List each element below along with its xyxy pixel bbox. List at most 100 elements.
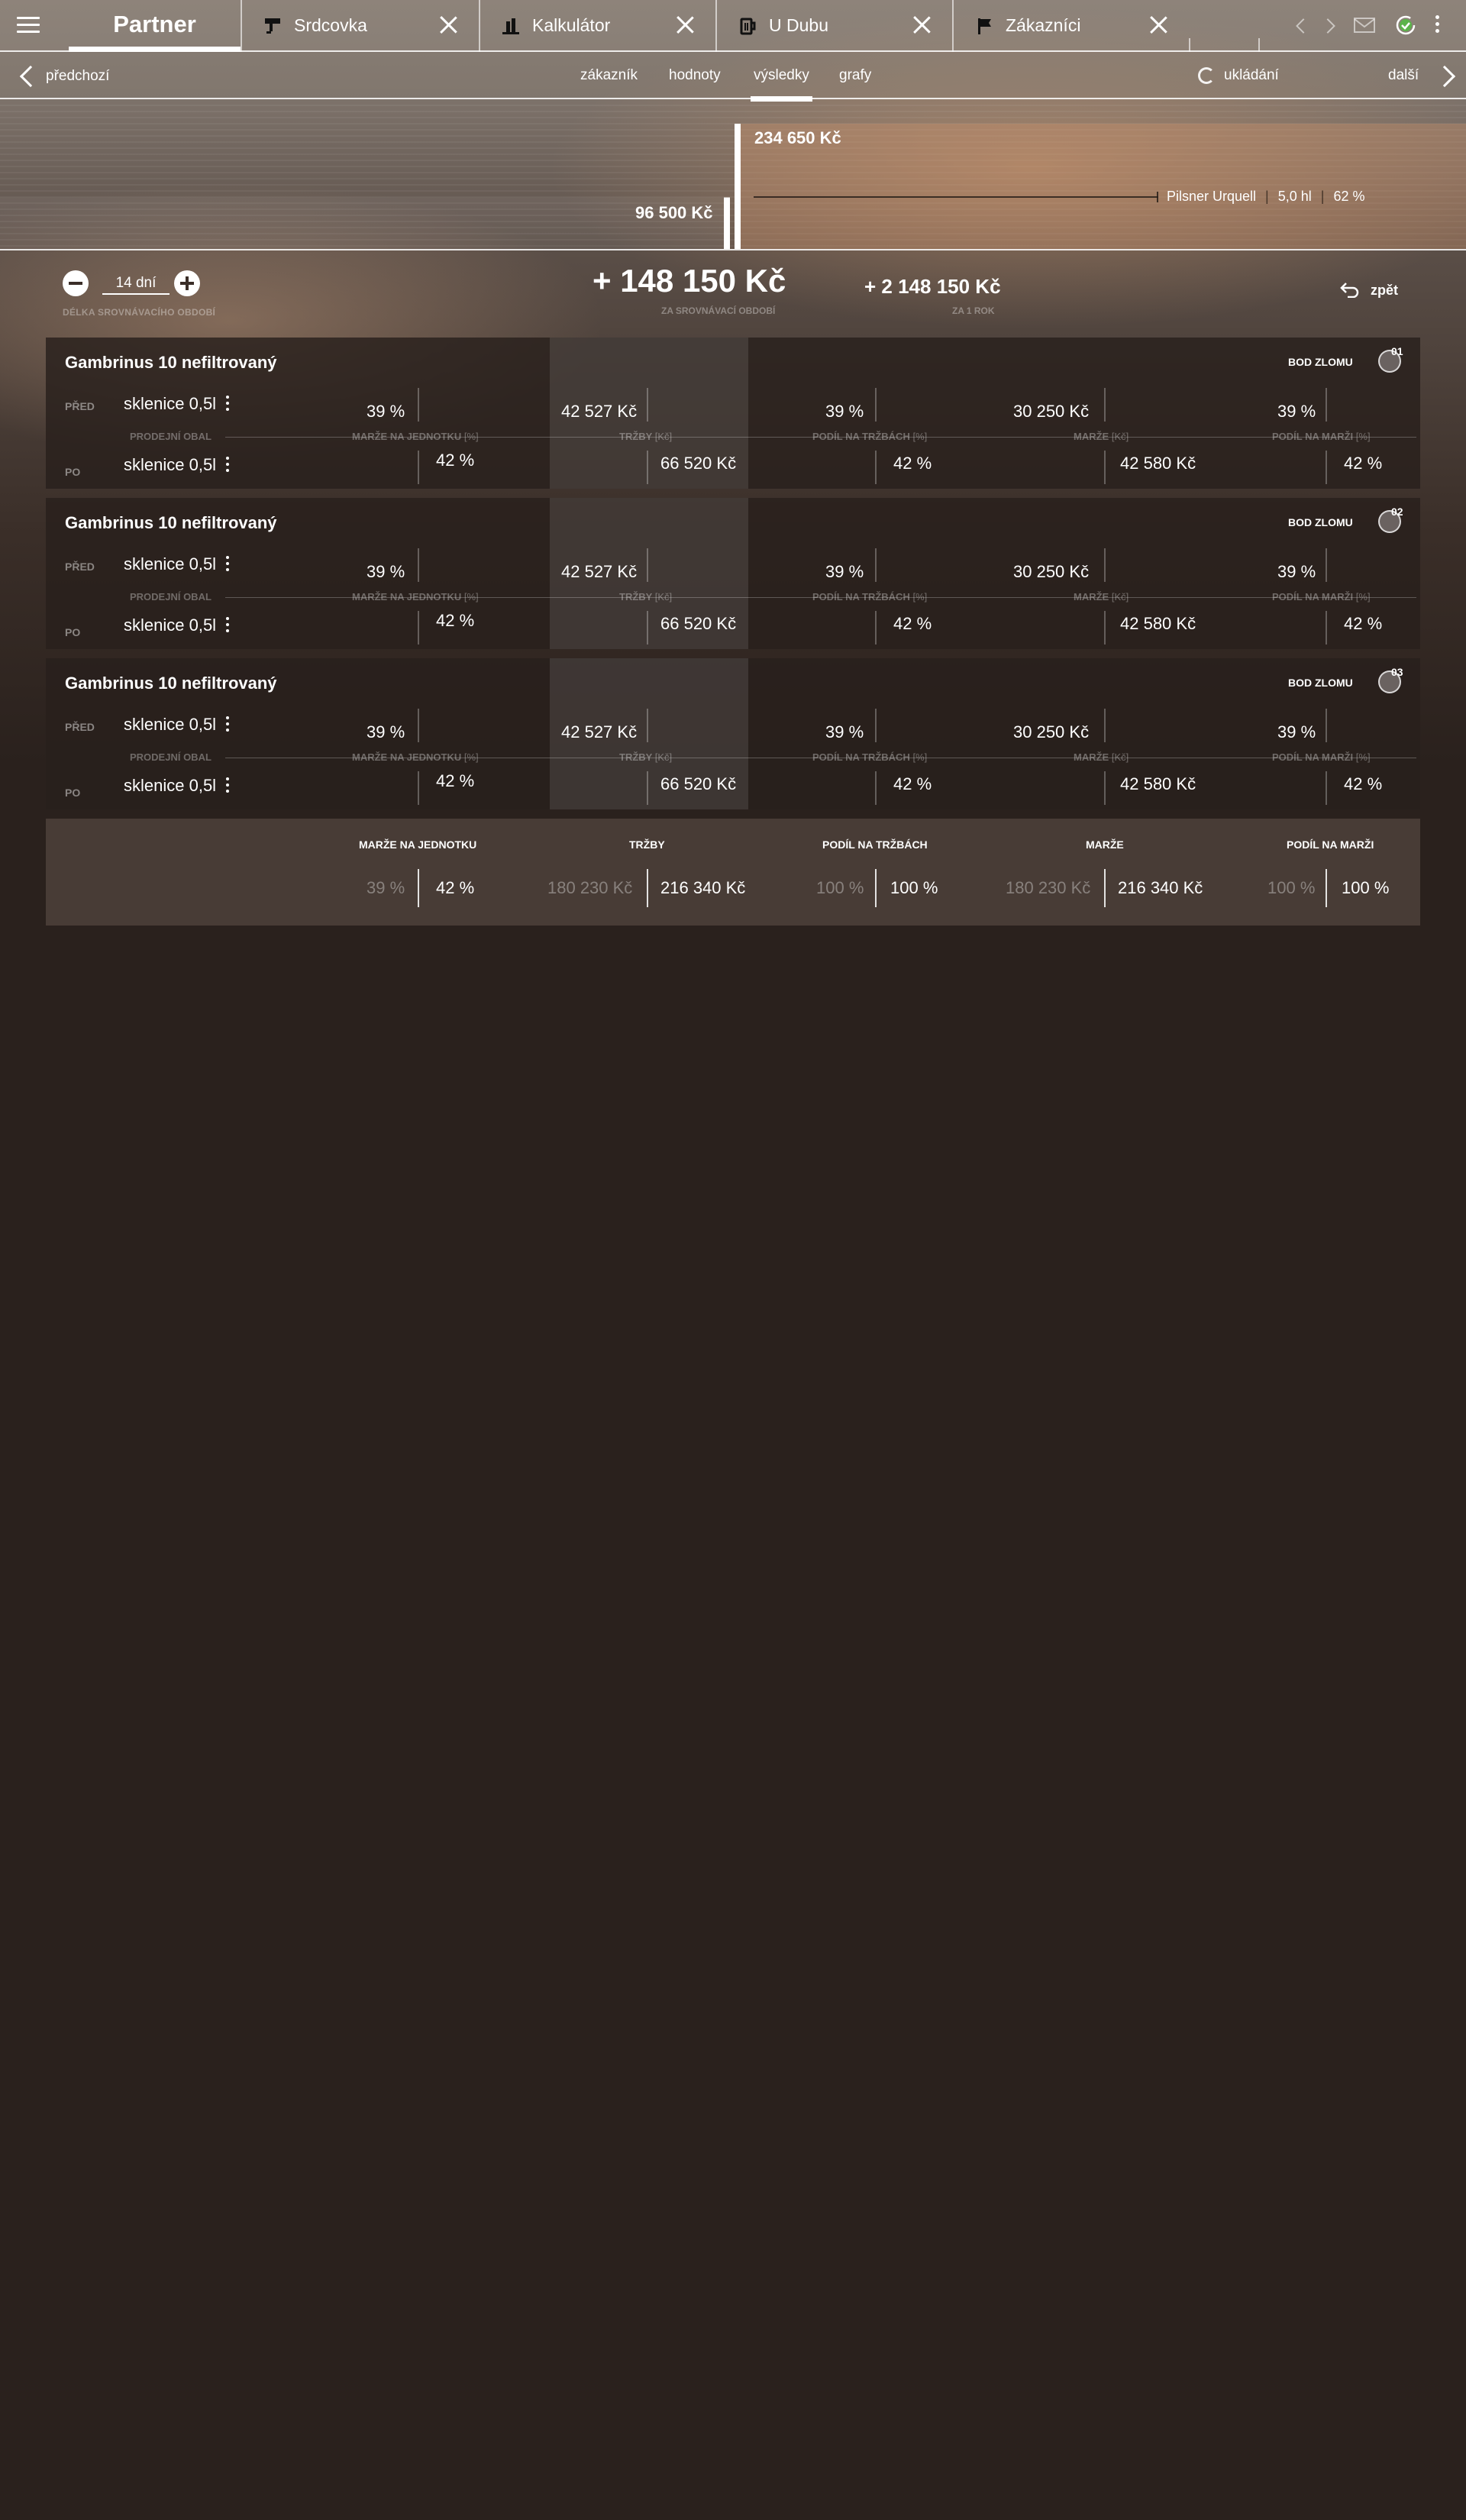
col-head-revenue-share: PODÍL NA TRŽBÁCH [%]	[808, 591, 932, 603]
tab-label: Zákazníci	[1006, 15, 1081, 35]
column-divider	[875, 548, 877, 582]
before-revenue-share: 39 %	[825, 402, 864, 421]
saving-label: ukládání	[1224, 67, 1279, 83]
tab-zakaznici[interactable]: Zákazníci	[952, 0, 1189, 52]
tab-u-dubu[interactable]: U Dubu	[715, 0, 952, 52]
column-divider	[418, 709, 419, 742]
column-divider	[875, 611, 877, 645]
section-nav: předchozí zákazník hodnoty výsledky graf…	[0, 53, 1466, 102]
totals-panel: MARŽE NA JEDNOTKU TRŽBY PODÍL NA TRŽBÁCH…	[46, 819, 1420, 926]
col-head-unit: [%]	[1355, 591, 1371, 603]
increase-period-button[interactable]	[174, 270, 200, 296]
totals-head-revenue: TRŽBY	[629, 838, 665, 851]
more-vertical-icon[interactable]	[226, 716, 231, 733]
packaging-select[interactable]: sklenice 0,5l	[124, 554, 216, 574]
close-icon[interactable]	[1149, 15, 1167, 34]
break-even-label: BOD ZLOMU	[1288, 677, 1353, 689]
break-even-label: BOD ZLOMU	[1288, 516, 1353, 528]
before-revenue: 42 527 Kč	[561, 402, 638, 421]
col-head-unit: [Kč]	[1111, 591, 1129, 603]
product-name[interactable]: Gambrinus 10 nefiltrovaný	[65, 674, 277, 693]
period-value[interactable]: 14 dní	[102, 275, 170, 295]
chevron-left-icon[interactable]	[1296, 18, 1311, 34]
col-head-revenue-share: PODÍL NA TRŽBÁCH [%]	[808, 431, 932, 442]
chart-value-after: 234 650 Kč	[754, 128, 841, 147]
more-vertical-icon[interactable]	[226, 617, 231, 634]
prev-label: předchozí	[46, 68, 110, 84]
before-margin-unit: 39 %	[366, 402, 405, 421]
more-vertical-icon[interactable]	[226, 396, 231, 412]
col-head-packaging: PRODEJNÍ OBAL	[130, 431, 212, 442]
close-icon[interactable]	[912, 15, 931, 34]
col-head-label: MARŽE	[1074, 431, 1109, 442]
totals-head-margin-unit: MARŽE NA JEDNOTKU	[359, 838, 477, 851]
totals-divider	[1326, 869, 1327, 907]
after-revenue: 66 520 Kč	[660, 454, 737, 473]
product-name[interactable]: Gambrinus 10 nefiltrovaný	[65, 353, 277, 373]
column-divider	[1104, 611, 1106, 645]
after-revenue-share: 42 %	[893, 614, 932, 633]
more-vertical-icon[interactable]	[226, 777, 231, 794]
col-head-label: MARŽE	[1074, 591, 1109, 603]
close-icon[interactable]	[676, 15, 694, 34]
mail-icon[interactable]	[1354, 17, 1375, 34]
row-tag-after: PO	[65, 466, 81, 478]
packaging-select[interactable]: sklenice 0,5l	[124, 394, 216, 414]
hamburger-menu-icon[interactable]	[17, 17, 40, 34]
decrease-period-button[interactable]	[63, 270, 89, 296]
packaging-select[interactable]: sklenice 0,5l	[124, 455, 216, 475]
after-revenue-share: 42 %	[893, 454, 932, 473]
col-head-unit: [%]	[912, 591, 928, 603]
sync-check-icon[interactable]	[1394, 14, 1417, 37]
totals-after-margin: 216 340 Kč	[1118, 878, 1203, 897]
column-divider	[1104, 388, 1106, 422]
nav-zakaznik[interactable]: zákazník	[580, 67, 638, 84]
column-divider	[1104, 709, 1106, 742]
packaging-select[interactable]: sklenice 0,5l	[124, 615, 216, 635]
chevron-right-icon[interactable]	[1320, 18, 1335, 34]
year-delta-value: + 2 148 150 Kč	[864, 275, 1001, 298]
after-margin-unit: 42 %	[436, 611, 475, 630]
chart-area-before	[0, 197, 725, 249]
chart-canvas	[0, 105, 1466, 249]
row-tag-before: PŘED	[65, 561, 95, 573]
more-vertical-icon[interactable]	[1435, 15, 1440, 35]
after-margin-share: 42 %	[1344, 774, 1383, 793]
packaging-select[interactable]: sklenice 0,5l	[124, 715, 216, 735]
close-icon[interactable]	[439, 15, 457, 34]
nav-hodnoty[interactable]: hodnoty	[669, 67, 721, 84]
app-brand[interactable]: Partner	[69, 0, 241, 52]
col-head-margin-unit: MARŽE NA JEDNOTKU [%]	[347, 751, 483, 763]
undo-icon	[1340, 283, 1359, 298]
col-head-label: MARŽE NA JEDNOTKU	[352, 431, 462, 442]
period-caption: DÉLKA SROVNÁVACÍHO OBDOBÍ	[63, 307, 216, 318]
totals-divider	[875, 869, 877, 907]
next-button[interactable]: další	[1388, 65, 1456, 88]
more-vertical-icon[interactable]	[226, 457, 231, 473]
row-tag-before: PŘED	[65, 400, 95, 412]
totals-before-margin: 180 230 Kč	[1006, 878, 1091, 897]
tab-kalkulator[interactable]: Kalkulátor	[479, 0, 715, 52]
break-even-label: BOD ZLOMU	[1288, 356, 1353, 368]
tab-label: Kalkulátor	[532, 15, 611, 35]
packaging-select[interactable]: sklenice 0,5l	[124, 776, 216, 796]
more-vertical-icon[interactable]	[226, 556, 231, 573]
after-margin: 42 580 Kč	[1120, 454, 1196, 473]
column-divider	[1104, 548, 1106, 582]
nav-vysledky[interactable]: výsledky	[751, 67, 812, 102]
nav-grafy[interactable]: grafy	[839, 67, 871, 84]
tab-srdcovka[interactable]: Srdcovka	[241, 0, 479, 52]
column-divider	[875, 771, 877, 805]
col-head-unit: [%]	[1355, 431, 1371, 442]
col-head-unit: [Kč]	[1111, 751, 1129, 763]
column-divider	[647, 611, 648, 645]
column-divider	[1326, 709, 1327, 742]
col-head-unit: [%]	[912, 751, 928, 763]
col-head-label: TRŽBY	[619, 591, 653, 603]
product-name[interactable]: Gambrinus 10 nefiltrovaný	[65, 513, 277, 533]
column-divider	[1326, 451, 1327, 484]
tab-divider	[1258, 38, 1260, 52]
col-head-label: TRŽBY	[619, 751, 653, 763]
column-divider	[1104, 451, 1106, 484]
col-head-revenue: TRŽBY [Kč]	[615, 751, 676, 763]
